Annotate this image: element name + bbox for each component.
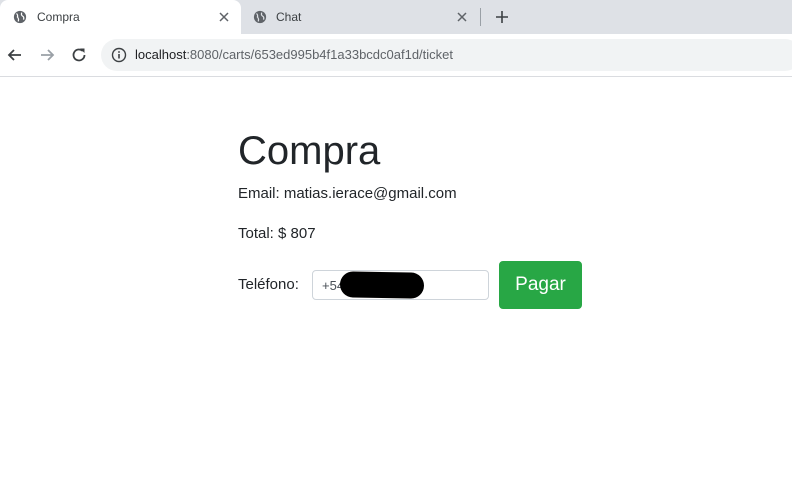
close-icon[interactable] — [454, 9, 470, 25]
url-path: :8080/carts/653ed995b4f1a33bcdc0af1d/tic… — [186, 47, 454, 62]
purchase-panel: Compra Email: matias.ierace@gmail.com To… — [238, 128, 638, 309]
total-text: Total: $ 807 — [238, 225, 316, 242]
pay-button[interactable]: Pagar — [499, 261, 582, 309]
address-url: localhost:8080/carts/653ed995b4f1a33bcdc… — [135, 48, 453, 62]
browser-tab-strip: Compra Chat — [0, 0, 792, 34]
globe-icon — [13, 10, 27, 24]
tab-compra[interactable]: Compra — [0, 0, 241, 34]
globe-icon — [253, 10, 267, 24]
forward-arrow-icon[interactable] — [37, 45, 57, 65]
browser-toolbar: localhost:8080/carts/653ed995b4f1a33bcdc… — [0, 34, 792, 77]
url-host: localhost — [135, 47, 187, 62]
reload-icon[interactable] — [69, 45, 89, 65]
tab-separator — [480, 8, 481, 26]
address-bar[interactable]: localhost:8080/carts/653ed995b4f1a33bcdc… — [101, 39, 792, 71]
redaction-mark — [339, 271, 425, 299]
page-title: Compra — [238, 129, 381, 173]
info-icon[interactable] — [111, 47, 127, 63]
email-text: Email: matias.ierace@gmail.com — [238, 185, 457, 202]
tab-chat[interactable]: Chat — [241, 0, 479, 34]
new-tab-plus-icon[interactable] — [492, 7, 512, 27]
phone-label: Teléfono: — [238, 276, 299, 293]
close-icon[interactable] — [216, 9, 232, 25]
payment-form: Teléfono: Pagar — [238, 261, 598, 309]
back-arrow-icon[interactable] — [5, 45, 25, 65]
tab-title: Compra — [37, 10, 80, 24]
tab-title: Chat — [276, 10, 302, 24]
